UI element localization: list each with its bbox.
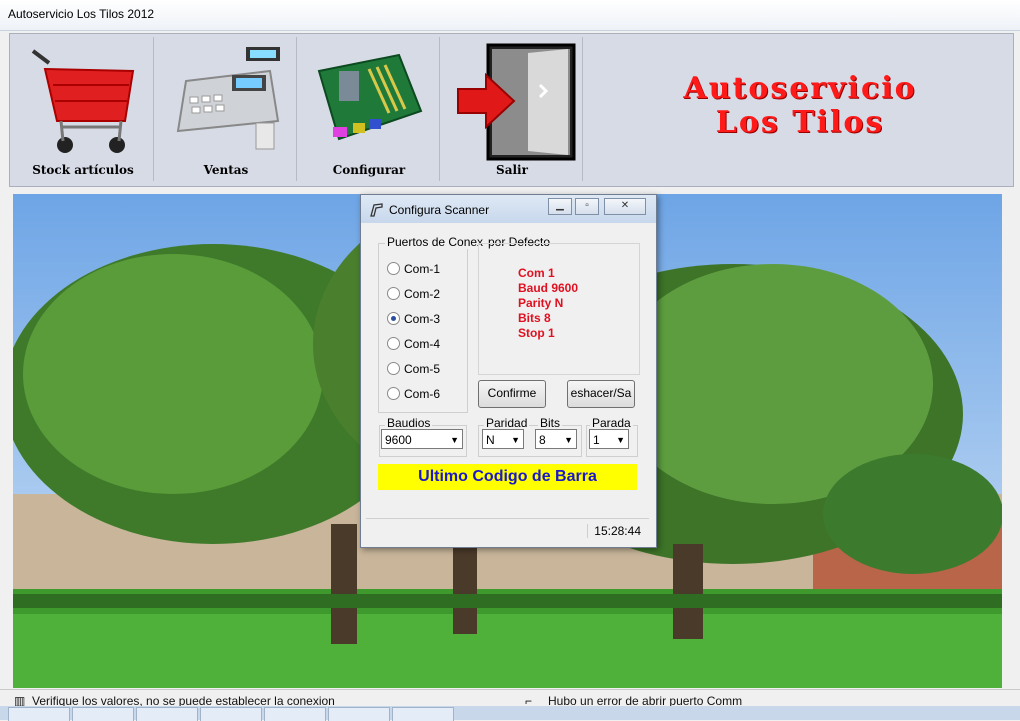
undo-exit-button[interactable]: eshacer/Sa bbox=[567, 380, 635, 408]
maximize-button[interactable]: ▫ bbox=[575, 198, 599, 215]
configure-button-label: Configurar bbox=[332, 163, 406, 177]
chevron-down-icon: ▼ bbox=[511, 435, 520, 445]
ports-group-label: Puertos de Conex bbox=[385, 235, 486, 249]
brand-title-line1: Autoservicio bbox=[683, 71, 917, 106]
stock-button[interactable]: Stock artículos bbox=[13, 37, 154, 181]
defaults-panel: Com 1 Baud 9600 Parity N Bits 8 Stop 1 bbox=[478, 243, 640, 375]
taskbar-item[interactable] bbox=[72, 707, 134, 721]
exit-door-icon bbox=[457, 43, 576, 161]
brand-title: Autoservicio Los Tilos bbox=[595, 72, 1005, 140]
motherboard-icon bbox=[317, 53, 423, 141]
port-label: Com-2 bbox=[404, 287, 441, 301]
default-line: Baud 9600 bbox=[518, 281, 579, 295]
port-label: Com-3 bbox=[404, 312, 441, 326]
os-taskbar bbox=[0, 706, 1020, 721]
baud-value: 9600 bbox=[385, 433, 412, 447]
port-label: Com-1 bbox=[404, 262, 441, 276]
taskbar-item[interactable] bbox=[8, 707, 70, 721]
dialog-title: Configura Scanner bbox=[389, 203, 490, 217]
taskbar-item[interactable] bbox=[392, 707, 454, 721]
baud-select[interactable]: 9600 ▼ bbox=[381, 429, 463, 449]
default-line: Parity N bbox=[518, 296, 564, 310]
configure-button[interactable]: Configurar bbox=[299, 37, 440, 181]
taskbar-item[interactable] bbox=[328, 707, 390, 721]
cash-register-icon bbox=[176, 47, 280, 150]
exit-button-label: Salir bbox=[496, 163, 528, 177]
chevron-down-icon: ▼ bbox=[616, 435, 625, 445]
port-label: Com-6 bbox=[404, 387, 441, 401]
last-barcode-banner: Ultimo Codigo de Barra bbox=[378, 464, 637, 490]
port-radio-com6[interactable]: Com-6 bbox=[387, 387, 440, 401]
chevron-down-icon: ▼ bbox=[450, 435, 459, 445]
radio-circle bbox=[387, 262, 400, 275]
port-radio-com1[interactable]: Com-1 bbox=[387, 262, 440, 276]
radio-circle bbox=[387, 362, 400, 375]
sales-button[interactable]: Ventas bbox=[156, 37, 297, 181]
port-radio-com3[interactable]: Com-3 bbox=[387, 312, 440, 326]
taskbar-item[interactable] bbox=[136, 707, 198, 721]
port-radio-com4[interactable]: Com-4 bbox=[387, 337, 440, 351]
clock-display: 15:28:44 bbox=[587, 524, 641, 538]
sales-button-label: Ventas bbox=[203, 163, 249, 177]
parity-value: N bbox=[486, 433, 495, 447]
parity-label: Paridad bbox=[484, 416, 530, 430]
port-label: Com-5 bbox=[404, 362, 441, 376]
port-label: Com-4 bbox=[404, 337, 441, 351]
chevron-down-icon: ▼ bbox=[564, 435, 573, 445]
dialog-statusbar: 15:28:44 bbox=[366, 518, 649, 541]
stop-label: Parada bbox=[590, 416, 633, 430]
taskbar-item[interactable] bbox=[264, 707, 326, 721]
shopping-cart-icon bbox=[31, 49, 135, 153]
close-button[interactable]: ✕ bbox=[604, 198, 646, 215]
radio-circle bbox=[387, 387, 400, 400]
stop-value: 1 bbox=[593, 433, 600, 447]
stock-button-label: Stock artículos bbox=[32, 163, 134, 177]
radio-circle bbox=[387, 337, 400, 350]
main-toolbar: Stock artículos Ventas Configurar Salir … bbox=[9, 33, 1014, 187]
window-title: Autoservicio Los Tilos 2012 bbox=[8, 7, 155, 21]
confirm-button[interactable]: Confirme bbox=[478, 380, 546, 408]
default-line: Com 1 bbox=[518, 266, 555, 280]
baud-label: Baudios bbox=[385, 416, 433, 430]
taskbar-item[interactable] bbox=[200, 707, 262, 721]
scanner-icon bbox=[370, 203, 383, 217]
default-line: Stop 1 bbox=[518, 326, 555, 340]
main-titlebar: Autoservicio Los Tilos 2012 bbox=[0, 0, 1020, 31]
port-radio-com5[interactable]: Com-5 bbox=[387, 362, 440, 376]
stop-select[interactable]: 1 ▼ bbox=[589, 429, 629, 449]
port-radio-com2[interactable]: Com-2 bbox=[387, 287, 440, 301]
configure-scanner-dialog: Configura Scanner ▁ ▫ ✕ Puertos de Conex… bbox=[360, 194, 657, 548]
bits-select[interactable]: 8 ▼ bbox=[535, 429, 577, 449]
minimize-button[interactable]: ▁ bbox=[548, 198, 572, 215]
parity-select[interactable]: N ▼ bbox=[482, 429, 524, 449]
radio-circle bbox=[387, 287, 400, 300]
default-line: Bits 8 bbox=[518, 311, 551, 325]
radio-circle-selected bbox=[387, 312, 400, 325]
bits-value: 8 bbox=[539, 433, 546, 447]
dialog-titlebar[interactable]: Configura Scanner ▁ ▫ ✕ bbox=[361, 195, 656, 223]
brand-title-line2: Los Tilos bbox=[715, 105, 885, 140]
bits-label: Bits bbox=[538, 416, 563, 430]
exit-button[interactable]: Salir bbox=[442, 37, 583, 181]
